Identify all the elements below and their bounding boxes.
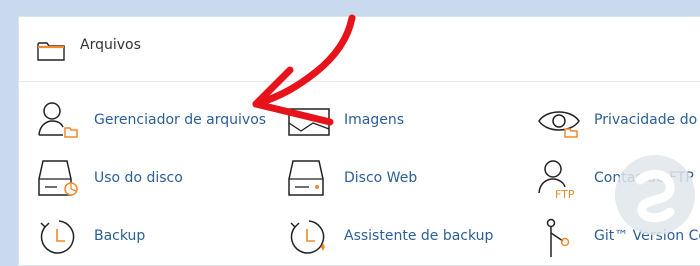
backup-label: Backup	[94, 228, 146, 244]
privacy-eye-icon	[538, 111, 580, 138]
file-manager-icon	[38, 102, 78, 138]
backup-wizard-label: Assistente de backup	[344, 228, 494, 244]
web-disk-label: Disco Web	[344, 170, 418, 186]
backup-wizard-link[interactable]: Assistente de backup	[287, 217, 493, 257]
disk-usage-link[interactable]: Uso do disco	[37, 159, 237, 199]
ftp-badge-text: FTP	[555, 188, 575, 199]
files-panel: Arquivos Gerenciador de arquivos Imagens…	[18, 16, 700, 266]
images-label: Imagens	[344, 112, 405, 128]
file-manager-link[interactable]: Gerenciador de arquivos	[37, 101, 277, 141]
disk-usage-label: Uso do disco	[94, 170, 183, 186]
file-manager-label: Gerenciador de arquivos	[94, 112, 267, 128]
folder-icon	[37, 42, 65, 61]
disk-usage-icon	[38, 160, 78, 196]
panel-header: Arquivos	[19, 17, 700, 82]
images-link[interactable]: Imagens	[287, 101, 467, 141]
git-branch-icon	[546, 218, 570, 257]
watermark-logo	[615, 155, 695, 235]
images-icon	[288, 108, 330, 136]
web-disk-link[interactable]: Disco Web	[287, 159, 487, 199]
backup-link[interactable]: Backup	[37, 217, 237, 257]
directory-privacy-link[interactable]: Privacidade do d	[537, 101, 700, 141]
web-disk-icon	[288, 160, 324, 196]
directory-privacy-label: Privacidade do d	[594, 112, 700, 128]
backup-wizard-icon	[290, 220, 325, 254]
backup-clock-icon	[40, 220, 75, 254]
section-title: Arquivos	[80, 37, 141, 53]
ftp-accounts-icon: FTP	[538, 160, 575, 199]
